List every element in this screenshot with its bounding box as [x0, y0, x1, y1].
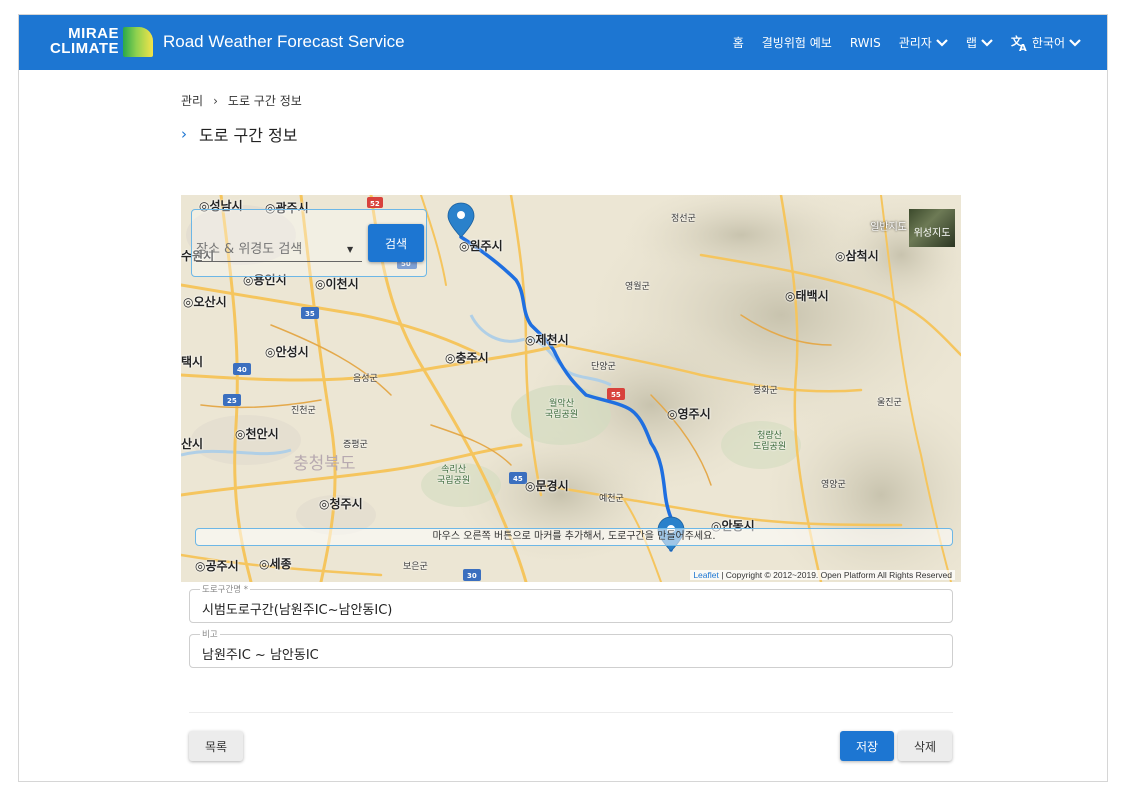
- caret-down-icon[interactable]: ▼: [347, 245, 353, 254]
- breadcrumb-root[interactable]: 관리: [181, 92, 203, 109]
- form-divider: [189, 712, 953, 713]
- map-label-bonghwa: 봉화군: [753, 386, 778, 396]
- main-nav: 홈 결빙위험 예보 RWIS 관리자 랩 文 A 한국어: [715, 15, 1081, 70]
- save-button[interactable]: 저장: [840, 731, 894, 761]
- map-label-yeongyang: 영양군: [821, 480, 846, 490]
- page-title-text: 도로 구간 정보: [199, 126, 298, 145]
- svg-text:45: 45: [513, 475, 523, 483]
- chevron-down-icon: [936, 38, 948, 47]
- map-label-jecheon: ◎제천시: [525, 333, 569, 347]
- app-title[interactable]: Road Weather Forecast Service: [163, 32, 405, 52]
- note-field[interactable]: 비고 남원주IC ~ 남안동IC: [189, 628, 953, 668]
- top-navbar: MIRAE CLIMATE Road Weather Forecast Serv…: [19, 15, 1107, 70]
- map-label-taebaek: ◎태백시: [785, 289, 829, 303]
- map-label-osan: ◎오산시: [183, 295, 227, 309]
- company-logo[interactable]: MIRAE CLIMATE: [37, 26, 155, 60]
- map-label-danyang: 단양군: [591, 362, 616, 372]
- chevron-right-icon: ›: [181, 125, 187, 143]
- map-label-woraksan: 월악산 국립공원: [545, 399, 579, 420]
- map-label-yeongju: ◎영주시: [667, 407, 711, 421]
- nav-lab-label: 랩: [965, 36, 977, 50]
- nav-icing-forecast-label: 결빙위험 예보: [761, 36, 832, 50]
- page-title: › 도로 구간 정보: [181, 122, 298, 146]
- map-label-anseong: ◎안성시: [265, 345, 309, 359]
- nav-rwis-label: RWIS: [849, 35, 881, 50]
- logo-line-2: CLIMATE: [49, 40, 119, 57]
- layer-normal-button[interactable]: 일반지도: [868, 218, 909, 247]
- breadcrumb: 관리 › 도로 구간 정보: [181, 92, 302, 109]
- road-name-value[interactable]: 시범도로구간(남원주IC~남안동IC): [202, 599, 392, 618]
- leaflet-link[interactable]: Leaflet: [693, 570, 719, 580]
- map-label-icheon: ◎이천시: [315, 277, 359, 291]
- attribution-text: | Copyright © 2012~2019. Open Platform A…: [721, 570, 952, 580]
- map-label-asan: 산시: [181, 437, 204, 451]
- logo-line-1: MIRAE: [68, 25, 119, 42]
- nav-home-label: 홈: [732, 36, 744, 50]
- nav-admin-label: 관리자: [898, 36, 932, 50]
- svg-text:25: 25: [227, 397, 237, 405]
- map-label-jeongseon: 정선군: [671, 214, 696, 224]
- map-label-cheongju: ◎청주시: [319, 497, 363, 511]
- map-label-yecheon: 예천군: [599, 494, 624, 504]
- map-label-gongju: ◎공주시: [195, 559, 239, 573]
- chevron-down-icon: [1069, 38, 1081, 47]
- note-label: 비고: [200, 628, 220, 640]
- map-label-yeongwol: 영월군: [625, 282, 650, 292]
- map-label-uljin: 울진군: [877, 398, 902, 408]
- road-name-label: 도로구간명 *: [200, 583, 251, 595]
- map-label-sejong: ◎세종: [259, 557, 292, 571]
- logo-wordmark: MIRAE CLIMATE: [37, 26, 119, 56]
- language-selector[interactable]: 文 A 한국어: [1011, 34, 1081, 52]
- layer-satellite-button[interactable]: 위성지도: [909, 209, 955, 247]
- svg-text:35: 35: [305, 310, 315, 318]
- map-search-control: ▼ 검색: [191, 209, 427, 277]
- map-label-cheonan: ◎천안시: [235, 427, 279, 441]
- nav-home[interactable]: 홈: [733, 34, 744, 51]
- svg-text:A: A: [1019, 43, 1027, 52]
- app-window: MIRAE CLIMATE Road Weather Forecast Serv…: [18, 14, 1108, 782]
- map-hint-bar: 마우스 오른쪽 버튼으로 마커를 추가해서, 도로구간을 만들어주세요.: [195, 528, 953, 546]
- leaf-logo-icon: [123, 27, 153, 57]
- translate-icon: 文 A: [1011, 34, 1027, 52]
- map-label-chungbuk: 충청북도: [293, 454, 356, 474]
- map-label-wonju: ◎원주시: [459, 239, 503, 253]
- nav-rwis[interactable]: RWIS: [850, 36, 881, 50]
- svg-text:55: 55: [611, 391, 621, 399]
- road-name-field[interactable]: 도로구간명 * 시범도로구간(남원주IC~남안동IC): [189, 583, 953, 623]
- delete-button[interactable]: 삭제: [898, 731, 952, 761]
- svg-text:30: 30: [467, 572, 477, 580]
- map-label-cheongnyangsan: 청량산 도립공원: [753, 431, 787, 452]
- map-label-chungju: ◎충주시: [445, 351, 489, 365]
- map-label-samcheok: ◎삼척시: [835, 249, 879, 263]
- place-search-input[interactable]: [196, 238, 362, 262]
- svg-text:40: 40: [237, 366, 247, 374]
- map-search-button[interactable]: 검색: [368, 224, 424, 262]
- map-label-eumseong: 음성군: [353, 374, 378, 384]
- breadcrumb-current: 도로 구간 정보: [227, 94, 302, 108]
- map-attribution: Leaflet | Copyright © 2012~2019. Open Pl…: [690, 570, 955, 580]
- map-label-mungyeong: ◎문경시: [525, 479, 569, 493]
- nav-lab-menu[interactable]: 랩: [966, 34, 993, 51]
- chevron-down-icon: [981, 38, 993, 47]
- language-label: 한국어: [1031, 36, 1065, 50]
- breadcrumb-separator-icon: ›: [213, 93, 218, 108]
- map-label-jincheon: 진천군: [291, 406, 316, 416]
- map-layer-toggle: 일반지도 위성지도: [868, 209, 955, 247]
- list-button[interactable]: 목록: [189, 731, 243, 761]
- nav-admin-menu[interactable]: 관리자: [899, 34, 948, 51]
- map-label-songnisan: 속리산 국립공원: [437, 465, 471, 486]
- map-label-pyeongtaek: 택시: [181, 355, 204, 369]
- road-section-map[interactable]: 52 50 35 40 25 55 45 30 ◎성남시 ◎광주시 수원시 ◎용…: [181, 195, 961, 582]
- nav-icing-forecast[interactable]: 결빙위험 예보: [762, 34, 832, 51]
- map-label-boeun: 보은군: [403, 562, 428, 572]
- note-value[interactable]: 남원주IC ~ 남안동IC: [202, 644, 319, 663]
- svg-text:52: 52: [370, 200, 380, 208]
